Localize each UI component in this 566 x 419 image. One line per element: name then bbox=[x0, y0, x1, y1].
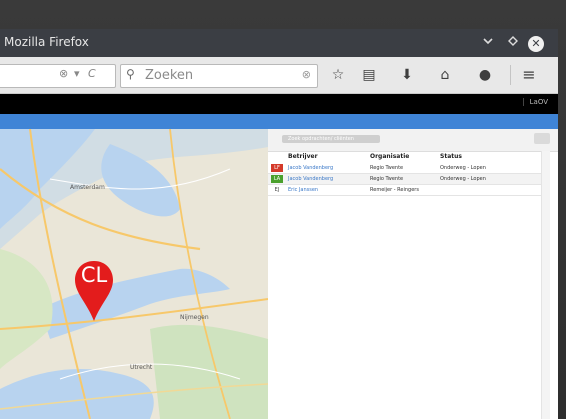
status-badge: LA bbox=[271, 175, 283, 183]
search-bar[interactable]: ⚲ Zoeken ⊗ bbox=[120, 64, 318, 88]
navigation-toolbar: ⊗ ▾ C ⚲ Zoeken ⊗ ☆ ▤ ⬇ ⌂ ● ≡ bbox=[0, 57, 558, 94]
table-row[interactable]: LF Jacob Vandenberg Regio Twente Onderwe… bbox=[268, 163, 550, 174]
map-place-label: Utrecht bbox=[130, 364, 153, 371]
column-header-name[interactable]: Betrijver bbox=[288, 153, 318, 160]
map-marker[interactable]: CL bbox=[73, 259, 115, 323]
download-icon[interactable]: ⬇ bbox=[398, 66, 416, 84]
window-title: Mozilla Firefox bbox=[4, 35, 89, 49]
url-bar[interactable]: ⊗ ▾ C bbox=[0, 64, 116, 88]
search-placeholder: Zoeken bbox=[145, 68, 194, 83]
row-organisation: Regio Twente bbox=[370, 165, 404, 171]
dropdown-chevron-icon[interactable]: ▾ bbox=[74, 67, 80, 80]
map-canvas[interactable]: Amsterdam Nijmegen Utrecht bbox=[0, 128, 269, 419]
app-name: LaOV bbox=[522, 98, 548, 106]
toolbar-separator bbox=[510, 65, 511, 85]
chat-icon[interactable]: ● bbox=[476, 66, 494, 84]
reload-icon[interactable]: C bbox=[88, 67, 96, 80]
column-header-organisation[interactable]: Organisatie bbox=[370, 153, 409, 160]
row-name[interactable]: Jacob Vandenberg bbox=[288, 165, 333, 171]
bookmark-star-icon[interactable]: ☆ bbox=[329, 66, 347, 84]
title-bar: Mozilla Firefox ✕ bbox=[0, 29, 558, 57]
map-view[interactable]: Amsterdam Nijmegen Utrecht CL bbox=[0, 128, 269, 419]
row-organisation: Remeijer - Reingers bbox=[370, 187, 419, 193]
app-nav-bar bbox=[0, 114, 558, 129]
status-badge: EJ bbox=[271, 186, 283, 194]
chevron-down-icon bbox=[483, 38, 493, 45]
reading-list-icon[interactable]: ▤ bbox=[360, 66, 378, 84]
menu-icon[interactable]: ≡ bbox=[520, 66, 538, 84]
assignment-panel: Zoek opdrachten/ cliënten Betrijver Orga… bbox=[268, 129, 558, 419]
map-place-label: Nijmegen bbox=[180, 314, 209, 321]
close-window-button[interactable]: ✕ bbox=[526, 33, 546, 53]
row-status: Onderweg - Lopen bbox=[440, 165, 486, 171]
panel-search-text: Zoek opdrachten/ cliënten bbox=[288, 136, 354, 142]
search-icon: ⚲ bbox=[126, 67, 135, 81]
table-row[interactable]: EJ Eric Janssen Remeijer - Reingers bbox=[268, 185, 550, 196]
status-badge: LF bbox=[271, 164, 283, 172]
clear-url-icon[interactable]: ⊗ bbox=[59, 67, 68, 80]
table-row[interactable]: LA Jacob Vandenberg Regio Twente Onderwe… bbox=[268, 174, 550, 185]
app-header-bar: LaOV bbox=[0, 94, 558, 114]
row-name[interactable]: Jacob Vandenberg bbox=[288, 176, 333, 182]
clear-search-icon[interactable]: ⊗ bbox=[302, 68, 311, 81]
panel-scrollbar[interactable] bbox=[541, 151, 550, 419]
minimize-button[interactable] bbox=[478, 33, 498, 53]
panel-search-pill[interactable]: Zoek opdrachten/ cliënten bbox=[282, 135, 380, 143]
map-place-label: Amsterdam bbox=[70, 184, 105, 191]
row-organisation: Regio Twente bbox=[370, 176, 404, 182]
panel-toolbar: Zoek opdrachten/ cliënten bbox=[268, 129, 558, 152]
browser-window: Mozilla Firefox ✕ ⊗ ▾ C ⚲ Zoeken ⊗ ☆ ▤ ⬇… bbox=[0, 29, 558, 419]
column-header-status[interactable]: Status bbox=[440, 153, 462, 160]
home-icon[interactable]: ⌂ bbox=[436, 66, 454, 84]
row-name[interactable]: Eric Janssen bbox=[288, 187, 318, 193]
maximize-button[interactable] bbox=[503, 33, 523, 53]
marker-label: CL bbox=[80, 263, 108, 287]
close-icon: ✕ bbox=[528, 36, 544, 52]
panel-action-button[interactable] bbox=[534, 133, 550, 144]
diamond-icon bbox=[508, 36, 518, 46]
row-status: Onderweg - Lopen bbox=[440, 176, 486, 182]
